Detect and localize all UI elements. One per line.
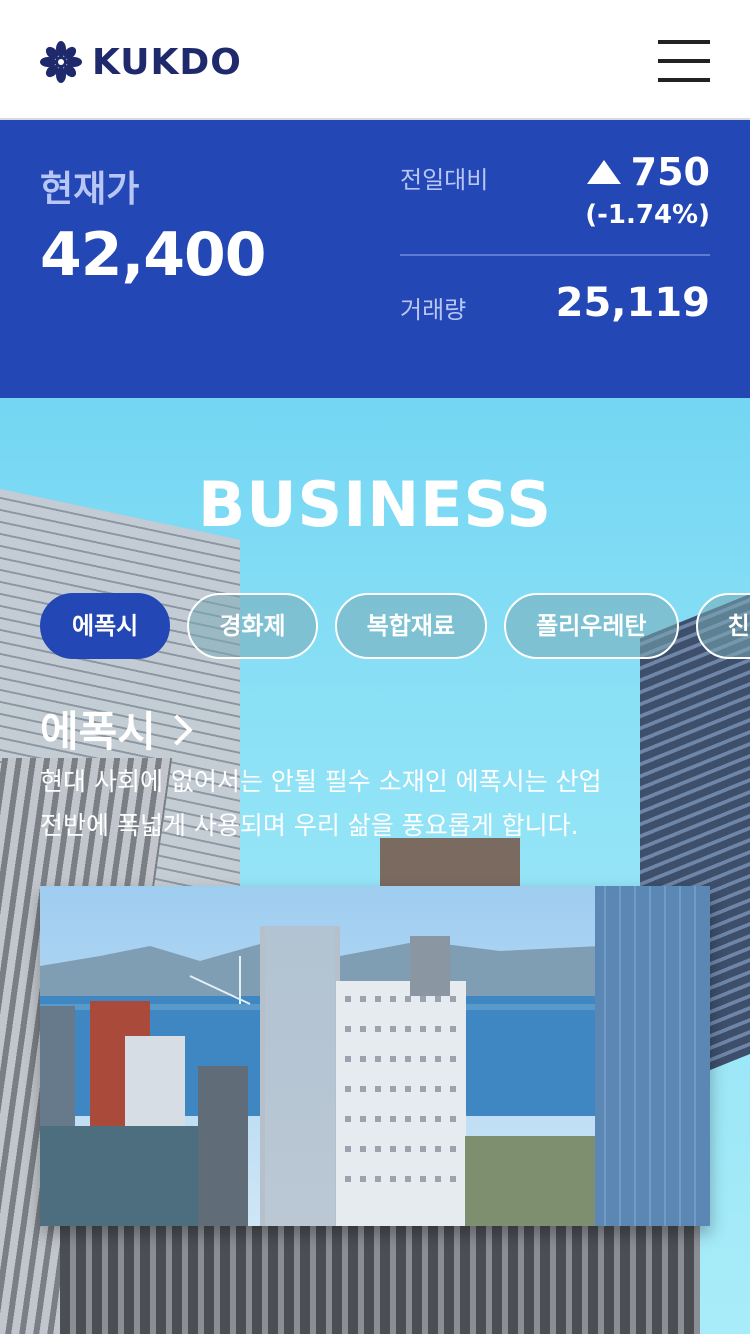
tab-hardener[interactable]: 경화제 xyxy=(187,593,318,659)
triangle-up-icon xyxy=(586,160,621,184)
change-value-text: 750 xyxy=(630,150,710,194)
divider xyxy=(400,254,710,256)
current-price-label: 현재가 xyxy=(40,169,140,210)
business-tabs: 에폭시 경화제 복합재료 폴리우레탄 친 xyxy=(40,593,750,663)
change-value: 750 xyxy=(586,150,710,194)
category-title: 에폭시 xyxy=(40,707,156,756)
business-section: BUSINESS 에폭시 경화제 복합재료 폴리우레탄 친 에폭시 현대 사회에… xyxy=(0,398,750,1334)
stock-panel: 현재가 42,400 전일대비 750 (-1.74%) 거래량 25,119 xyxy=(0,120,750,398)
current-price-value: 42,400 xyxy=(40,220,267,290)
change-percent: (-1.74%) xyxy=(585,200,710,230)
volume-label: 거래량 xyxy=(400,296,467,324)
city-skyline-photo xyxy=(40,886,710,1226)
kukdo-flower-logo-icon xyxy=(40,41,82,83)
chevron-right-icon xyxy=(161,713,193,746)
category-desc-line: 전반에 폭넓게 사용되며 우리 삶을 풍요롭게 합니다. xyxy=(40,811,579,840)
volume-value: 25,119 xyxy=(555,280,710,326)
logo-text: KUKDO xyxy=(92,41,242,83)
category-description: 현대 사회에 없어서는 안될 필수 소재인 에폭시는 산업 전반에 폭넓게 사용… xyxy=(40,760,720,848)
city-skyline-image xyxy=(40,886,710,1226)
tab-polyurethane[interactable]: 폴리우레탄 xyxy=(504,593,679,659)
tab-next[interactable]: 친 xyxy=(695,593,750,659)
tab-epoxy[interactable]: 에폭시 xyxy=(40,593,171,659)
background-building xyxy=(60,1218,700,1334)
tab-composite[interactable]: 복합재료 xyxy=(334,593,488,659)
hamburger-menu-icon[interactable] xyxy=(658,40,710,82)
change-label: 전일대비 xyxy=(400,166,489,194)
category-title-link[interactable]: 에폭시 xyxy=(40,698,193,759)
category-desc-line: 현대 사회에 없어서는 안될 필수 소재인 에폭시는 산업 xyxy=(40,767,602,796)
logo[interactable]: KUKDO xyxy=(40,40,242,84)
business-title: BUSINESS xyxy=(197,468,553,541)
header: KUKDO xyxy=(0,0,750,120)
